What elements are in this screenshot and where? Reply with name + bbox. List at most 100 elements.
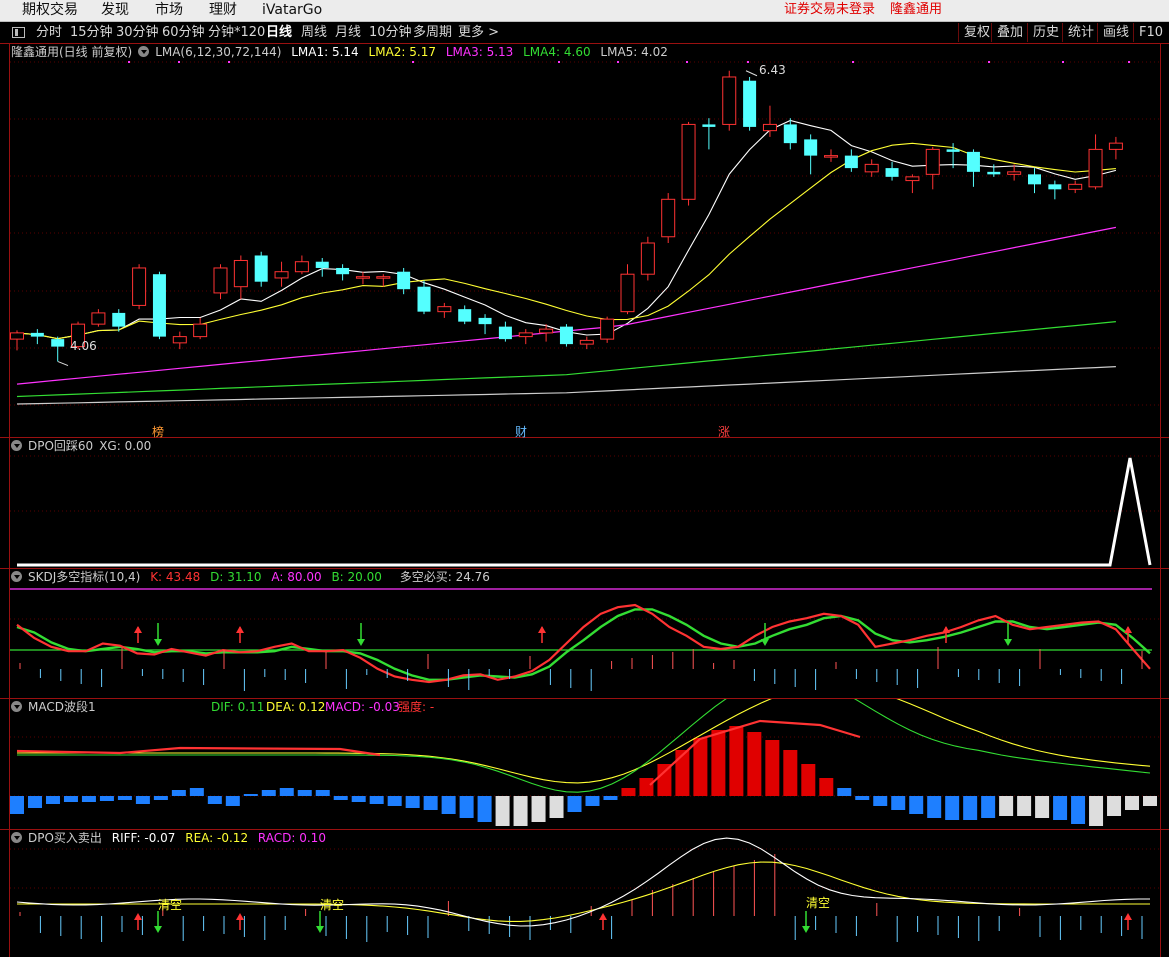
macd-legend: MACD波段1 DIF: 0.11 DEA: 0.12 MACD: -0.03 …: [11, 700, 1151, 715]
buy-arrow-icon: [134, 626, 142, 633]
candle-body: [1068, 183, 1083, 190]
candle-body: [458, 309, 472, 322]
dpo-buy-sell-chart[interactable]: [0, 830, 1169, 957]
candle-body: [661, 198, 676, 238]
lma5-line: [16, 366, 1116, 405]
candle-body: [274, 271, 289, 279]
sell-arrow-icon: [761, 639, 769, 646]
tab-more[interactable]: 更多 >: [458, 22, 499, 43]
main-chart-pane[interactable]: 隆鑫通用(日线 前复权) LMA(6,12,30,72,144) LMA1: 5.…: [0, 44, 1169, 439]
history-button[interactable]: 历史: [1027, 23, 1064, 42]
marker-dot: [228, 61, 230, 63]
macd-bar: [153, 796, 168, 800]
menu-ivatargo[interactable]: iVatarGo: [262, 0, 322, 22]
candle-body: [559, 326, 573, 345]
tab-daily[interactable]: 日线: [266, 22, 292, 43]
tab-monthly[interactable]: 月线: [335, 22, 361, 43]
strength-line: [16, 746, 381, 757]
menu-discover[interactable]: 发现: [101, 0, 129, 22]
candle-body: [315, 261, 329, 268]
marker-dot: [412, 61, 414, 63]
overlay-button[interactable]: 叠加: [991, 23, 1028, 42]
collapse-icon[interactable]: [11, 701, 22, 712]
macd-bar: [531, 796, 546, 822]
tab-intraday[interactable]: 分时: [36, 22, 62, 43]
f10-button[interactable]: F10: [1133, 23, 1168, 42]
tab-60min[interactable]: 60分钟: [162, 22, 205, 43]
d-value: D: 31.10: [210, 570, 262, 584]
marker-dot: [178, 61, 180, 63]
lma1-line: [16, 119, 1117, 340]
signal-clear-2: 清空: [320, 898, 345, 912]
collapse-icon[interactable]: [11, 832, 22, 843]
candlestick-chart[interactable]: [0, 44, 1169, 437]
b-value: B: 20.00: [331, 570, 382, 584]
skdj-legend: SKDJ多空指标(10,4) K: 43.48 D: 31.10 A: 80.0…: [11, 570, 496, 585]
dif-value: DIF: 0.11: [211, 700, 265, 714]
marker-dot: [617, 61, 619, 63]
dpo-buy-sell-pane[interactable]: DPO买入卖出 RIFF: -0.07 REA: -0.12 RACD: 0.1…: [0, 830, 1169, 957]
candle-body: [600, 318, 615, 340]
a-value: A: 80.00: [271, 570, 322, 584]
k-line: [16, 603, 1151, 684]
candle-body: [702, 124, 716, 127]
menu-market[interactable]: 市场: [155, 0, 183, 22]
menu-finance[interactable]: 理财: [209, 0, 237, 22]
macd-chart[interactable]: [0, 699, 1169, 829]
macd-bar: [315, 790, 330, 796]
candle-body: [152, 274, 166, 337]
lma3-line: [16, 226, 1117, 385]
tab-15min[interactable]: 15分钟: [70, 22, 113, 43]
macd-pane[interactable]: MACD波段1 DIF: 0.11 DEA: 0.12 MACD: -0.03 …: [0, 699, 1169, 830]
macd-bar: [783, 750, 798, 796]
tab-120min[interactable]: 分钟*120: [208, 22, 265, 43]
candle-body: [417, 286, 431, 312]
candle-body: [30, 332, 44, 337]
marker-dot: [128, 61, 130, 63]
candle-body: [397, 271, 411, 290]
main-legend: 隆鑫通用(日线 前复权) LMA(6,12,30,72,144) LMA1: 5.…: [11, 45, 674, 60]
candle-body: [824, 155, 838, 158]
login-notice[interactable]: 证券交易未登录: [784, 0, 875, 22]
menu-options-trading[interactable]: 期权交易: [22, 0, 78, 22]
skdj-pane[interactable]: SKDJ多空指标(10,4) K: 43.48 D: 31.10 A: 80.0…: [0, 569, 1169, 699]
candle-body: [905, 176, 920, 182]
skdj-chart[interactable]: [0, 569, 1169, 698]
macd-bar: [855, 796, 870, 800]
statistics-button[interactable]: 统计: [1062, 23, 1099, 42]
macd-bar: [711, 730, 726, 796]
restore-rights-button[interactable]: 复权: [958, 23, 995, 42]
dpo-legend: DPO回踩60 XG: 0.00: [11, 439, 157, 454]
marker-dot: [988, 61, 990, 63]
tab-10min[interactable]: 10分钟: [369, 22, 412, 43]
candle-body: [518, 332, 533, 338]
draw-line-button[interactable]: 画线: [1097, 23, 1134, 42]
sell-arrow-icon: [802, 926, 810, 933]
macd-bar: [171, 790, 186, 796]
stock-title: 隆鑫通用(日线 前复权): [11, 45, 133, 59]
candle-body: [539, 328, 554, 334]
signal-clear-1: 清空: [158, 898, 183, 912]
candle-body: [681, 123, 696, 200]
tab-weekly[interactable]: 周线: [301, 22, 327, 43]
collapse-icon[interactable]: [138, 46, 150, 57]
marker-dot: [686, 61, 688, 63]
macd-bar: [675, 750, 690, 796]
collapse-icon[interactable]: [11, 571, 22, 582]
buy-arrow-icon: [942, 626, 950, 633]
macd-bar: [1107, 796, 1122, 816]
candle-body: [193, 323, 208, 338]
macd-bar: [63, 796, 78, 802]
dpo2-title: DPO买入卖出: [28, 831, 102, 845]
rea-line: [17, 861, 1150, 922]
tab-30min[interactable]: 30分钟: [116, 22, 159, 43]
collapse-icon[interactable]: [11, 440, 22, 451]
macd-bar: [747, 732, 762, 796]
dpo-pane[interactable]: DPO回踩60 XG: 0.00: [0, 438, 1169, 569]
panel-toggle-icon[interactable]: [12, 27, 25, 38]
dpo-chart[interactable]: [0, 438, 1169, 568]
candle-body: [233, 259, 248, 288]
tab-multi-period[interactable]: 多周期: [413, 22, 452, 43]
macd-bar: [297, 790, 312, 796]
sell-arrow-icon: [154, 639, 162, 646]
